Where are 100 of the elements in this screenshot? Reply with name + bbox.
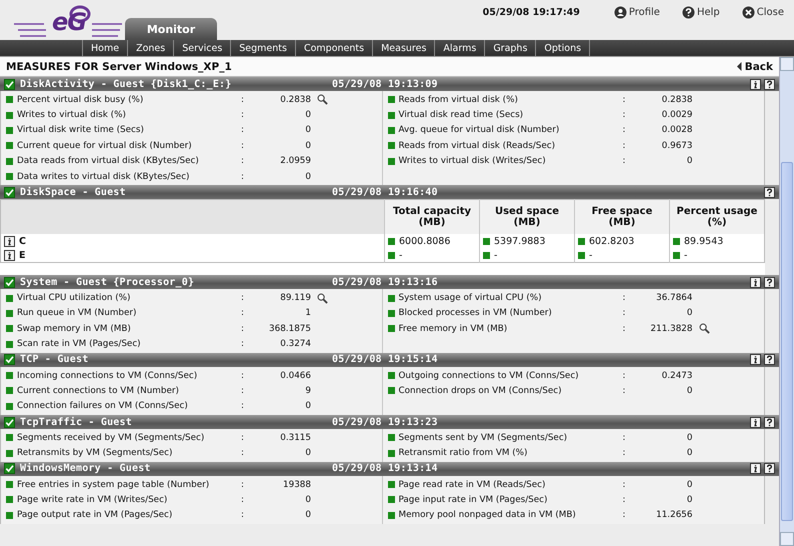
metric-value: 0 xyxy=(686,432,692,443)
metric-label: Page read rate in VM (Reads/Sec) xyxy=(398,480,546,490)
metric-label: Current queue for virtual disk (Number) xyxy=(17,140,193,151)
metric-value: 0.9673 xyxy=(660,140,692,151)
nav-item[interactable]: Measures xyxy=(372,40,434,56)
status-square-icon xyxy=(578,238,585,245)
back-arrow-icon xyxy=(736,62,742,71)
metric-label: Data reads from virtual disk (KBytes/Sec) xyxy=(17,156,200,166)
status-square-icon xyxy=(388,387,394,394)
separator: : xyxy=(622,125,626,136)
metric-label: Virtual disk read time (Secs) xyxy=(398,110,524,120)
metric-value: 36.7864 xyxy=(655,293,692,304)
separator: : xyxy=(241,308,245,318)
metric-value: 0.0029 xyxy=(660,110,692,120)
magnifier-icon[interactable] xyxy=(698,323,710,334)
check-icon xyxy=(4,416,15,428)
help-icon[interactable] xyxy=(764,463,775,474)
metric-value: 0.0466 xyxy=(279,370,311,381)
info-icon[interactable] xyxy=(750,416,761,428)
status-square-icon xyxy=(388,158,394,165)
separator: : xyxy=(622,324,626,334)
status-square-icon xyxy=(6,496,13,504)
metric-value: 89.119 xyxy=(279,293,311,304)
metric-label: Segments sent by VM (Segments/Sec) xyxy=(398,432,568,443)
metric-value: 0 xyxy=(686,386,692,396)
metric-value: 211.3828 xyxy=(650,324,692,334)
status-square-icon xyxy=(673,252,680,259)
section-timestamp: 05/29/08 19:16:40 xyxy=(332,186,439,198)
separator: : xyxy=(622,94,626,105)
magnifier-icon[interactable] xyxy=(317,94,328,106)
status-square-icon xyxy=(388,512,394,519)
scrollbar[interactable] xyxy=(779,57,794,546)
separator: : xyxy=(241,480,245,490)
section-title: DiskActivity - Guest {Disk1_C:_E:} xyxy=(20,78,232,90)
metric-value: 0 xyxy=(686,448,692,458)
check-icon xyxy=(4,463,15,474)
status-square-icon xyxy=(388,310,394,317)
nav-item[interactable]: Components xyxy=(294,40,372,56)
nav-item[interactable]: Segments xyxy=(230,40,295,56)
status-square-icon xyxy=(6,512,13,519)
help-icon[interactable] xyxy=(764,416,775,428)
magnifier-icon[interactable] xyxy=(317,292,328,304)
separator: : xyxy=(241,293,245,304)
separator: : xyxy=(241,125,245,136)
header-link[interactable]: Close xyxy=(742,6,784,19)
nav-item[interactable]: Graphs xyxy=(484,40,536,56)
info-icon[interactable] xyxy=(750,276,761,288)
separator: : xyxy=(241,110,245,120)
status-square-icon xyxy=(388,142,394,150)
nav-item[interactable]: Home xyxy=(82,40,128,56)
metric-label: Page input rate in VM (Pages/Sec) xyxy=(398,494,548,505)
header-link[interactable]: Help xyxy=(682,6,720,19)
header-link[interactable]: Profile xyxy=(614,6,660,19)
monitor-tab[interactable]: Monitor xyxy=(125,18,217,40)
info-icon[interactable] xyxy=(4,236,15,247)
info-icon[interactable] xyxy=(4,250,15,261)
separator: : xyxy=(241,172,245,182)
separator: : xyxy=(241,510,245,520)
separator: : xyxy=(241,401,245,412)
section-title: System - Guest {Processor_0} xyxy=(20,276,196,288)
metric-label: Free memory in VM (MB) xyxy=(398,324,508,334)
back-link[interactable]: Back xyxy=(736,60,773,72)
metric-label: Segments received by VM (Segments/Sec) xyxy=(17,432,206,443)
current-datetime: 05/29/08 19:17:49 xyxy=(482,7,580,18)
separator: : xyxy=(241,370,245,381)
metric-label: Reads from virtual disk (Reads/Sec) xyxy=(398,140,556,151)
info-icon[interactable] xyxy=(750,78,761,90)
table-cell: 5397.9883 xyxy=(494,236,546,247)
status-square-icon xyxy=(6,96,13,104)
status-square-icon xyxy=(388,450,394,457)
info-icon[interactable] xyxy=(750,354,761,366)
status-square-icon xyxy=(388,294,394,302)
check-icon xyxy=(4,354,15,366)
nav-item[interactable]: Services xyxy=(173,40,230,56)
help-icon[interactable] xyxy=(764,354,775,366)
help-icon[interactable] xyxy=(764,276,775,288)
help-icon xyxy=(682,6,695,19)
metric-label: Connection drops on VM (Conns/Sec) xyxy=(398,386,562,396)
nav-item[interactable]: Options xyxy=(535,40,590,56)
metric-label: Incoming connections to VM (Conns/Sec) xyxy=(17,370,198,381)
user-icon xyxy=(614,6,627,19)
metric-value: 0 xyxy=(686,156,692,166)
metric-value: 0.0028 xyxy=(660,125,692,136)
help-icon[interactable] xyxy=(764,78,775,90)
metric-label: Swap memory in VM (MB) xyxy=(17,324,132,334)
status-square-icon xyxy=(6,340,13,348)
help-icon[interactable] xyxy=(764,186,775,198)
info-icon[interactable] xyxy=(750,463,761,474)
status-square-icon xyxy=(6,112,13,119)
nav-item[interactable]: Zones xyxy=(127,40,174,56)
check-icon xyxy=(4,276,15,288)
metric-label: Retransmit ratio from VM (%) xyxy=(398,448,528,458)
status-square-icon xyxy=(6,310,13,317)
metric-label: Virtual disk write time (Secs) xyxy=(17,125,145,136)
metric-value: 0 xyxy=(304,510,311,520)
metric-value: 1 xyxy=(304,308,311,318)
metric-value: 0 xyxy=(304,448,311,458)
status-square-icon xyxy=(388,252,395,259)
status-square-icon xyxy=(6,173,13,180)
nav-item[interactable]: Alarms xyxy=(434,40,484,56)
